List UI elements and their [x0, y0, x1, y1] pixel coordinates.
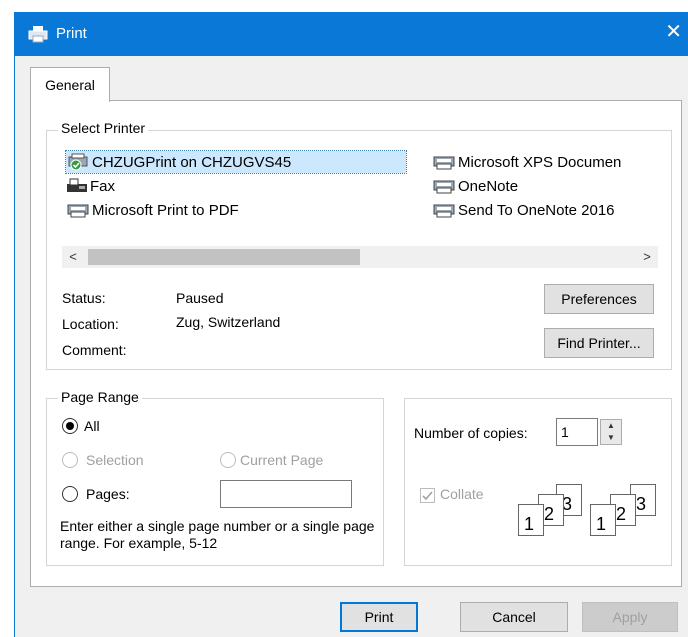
preferences-button[interactable]: Preferences — [544, 284, 654, 314]
printer-list[interactable]: CHZUGPrint on CHZUGVS45 Fax Microsoft Pr… — [62, 147, 658, 241]
printer-icon — [28, 26, 48, 43]
current-page-radio-label[interactable]: Current Page — [240, 452, 323, 468]
printer-icon — [433, 204, 455, 218]
location-label: Location: — [62, 316, 119, 332]
fax-icon — [67, 178, 87, 192]
page-number: 1 — [524, 514, 535, 534]
current-page-radio[interactable] — [220, 452, 236, 468]
all-radio-label[interactable]: All — [84, 418, 100, 434]
status-label: Status: — [62, 290, 106, 306]
checkmark-icon — [422, 491, 433, 501]
print-button[interactable]: Print — [340, 602, 418, 632]
window-title: Print — [56, 25, 87, 42]
spin-up-icon[interactable]: ▲ — [601, 420, 621, 432]
collate-checkbox[interactable] — [420, 488, 435, 503]
page-range-hint: Enter either a single page number or a s… — [60, 518, 375, 551]
scroll-right-arrow[interactable]: > — [636, 246, 658, 268]
status-value: Paused — [176, 290, 224, 306]
printer-list-scrollbar[interactable]: < > — [62, 246, 658, 268]
find-printer-button[interactable]: Find Printer... — [544, 328, 654, 358]
pages-input[interactable] — [220, 480, 352, 508]
selection-radio[interactable] — [62, 452, 78, 468]
cancel-button[interactable]: Cancel — [460, 602, 568, 632]
printer-name: Microsoft XPS Documen — [458, 153, 622, 171]
printer-item-send-to-onenote[interactable]: Send To OneNote 2016 — [432, 199, 615, 221]
select-printer-legend: Select Printer — [58, 120, 149, 136]
copies-input[interactable]: 1 — [556, 418, 598, 446]
printer-item-fax[interactable]: Fax — [66, 175, 115, 197]
default-printer-icon — [68, 153, 88, 171]
pages-radio-label[interactable]: Pages: — [86, 486, 130, 502]
page-number: 2 — [616, 504, 627, 524]
apply-button[interactable]: Apply — [582, 602, 678, 632]
printer-name: OneNote — [458, 177, 519, 195]
printer-icon — [433, 180, 455, 194]
printer-name: Microsoft Print to PDF — [92, 201, 239, 219]
copies-group — [404, 398, 672, 566]
page-number: 1 — [596, 514, 607, 534]
spin-down-icon[interactable]: ▼ — [601, 432, 621, 444]
printer-name: Send To OneNote 2016 — [458, 201, 615, 219]
copies-spinner[interactable]: ▲ ▼ — [600, 419, 622, 445]
printer-item-chzugprint[interactable]: CHZUGPrint on CHZUGVS45 — [65, 150, 407, 174]
printer-icon — [67, 204, 89, 218]
all-radio[interactable] — [62, 418, 78, 434]
page-number: 2 — [544, 504, 555, 524]
title-bar: Print ✕ — [14, 12, 688, 56]
printer-name: CHZUGPrint on CHZUGVS45 — [92, 153, 292, 171]
tab-general[interactable]: General — [30, 67, 110, 102]
page-number: 3 — [636, 494, 647, 514]
comment-label: Comment: — [62, 342, 127, 358]
number-of-copies-label: Number of copies: — [414, 425, 528, 441]
scroll-left-arrow[interactable]: < — [62, 246, 84, 268]
printer-item-pdf[interactable]: Microsoft Print to PDF — [66, 199, 239, 221]
collate-label[interactable]: Collate — [440, 486, 484, 502]
printer-name: Fax — [90, 177, 116, 195]
printer-item-onenote[interactable]: OneNote — [432, 175, 518, 197]
close-icon[interactable]: ✕ — [665, 21, 682, 43]
printer-icon — [433, 156, 455, 170]
page-range-legend: Page Range — [58, 389, 142, 405]
location-value: Zug, Switzerland — [176, 314, 281, 330]
pages-radio[interactable] — [62, 486, 78, 502]
selection-radio-label[interactable]: Selection — [86, 452, 144, 468]
scroll-thumb[interactable] — [88, 249, 360, 265]
printer-item-xps[interactable]: Microsoft XPS Documen — [432, 151, 621, 173]
